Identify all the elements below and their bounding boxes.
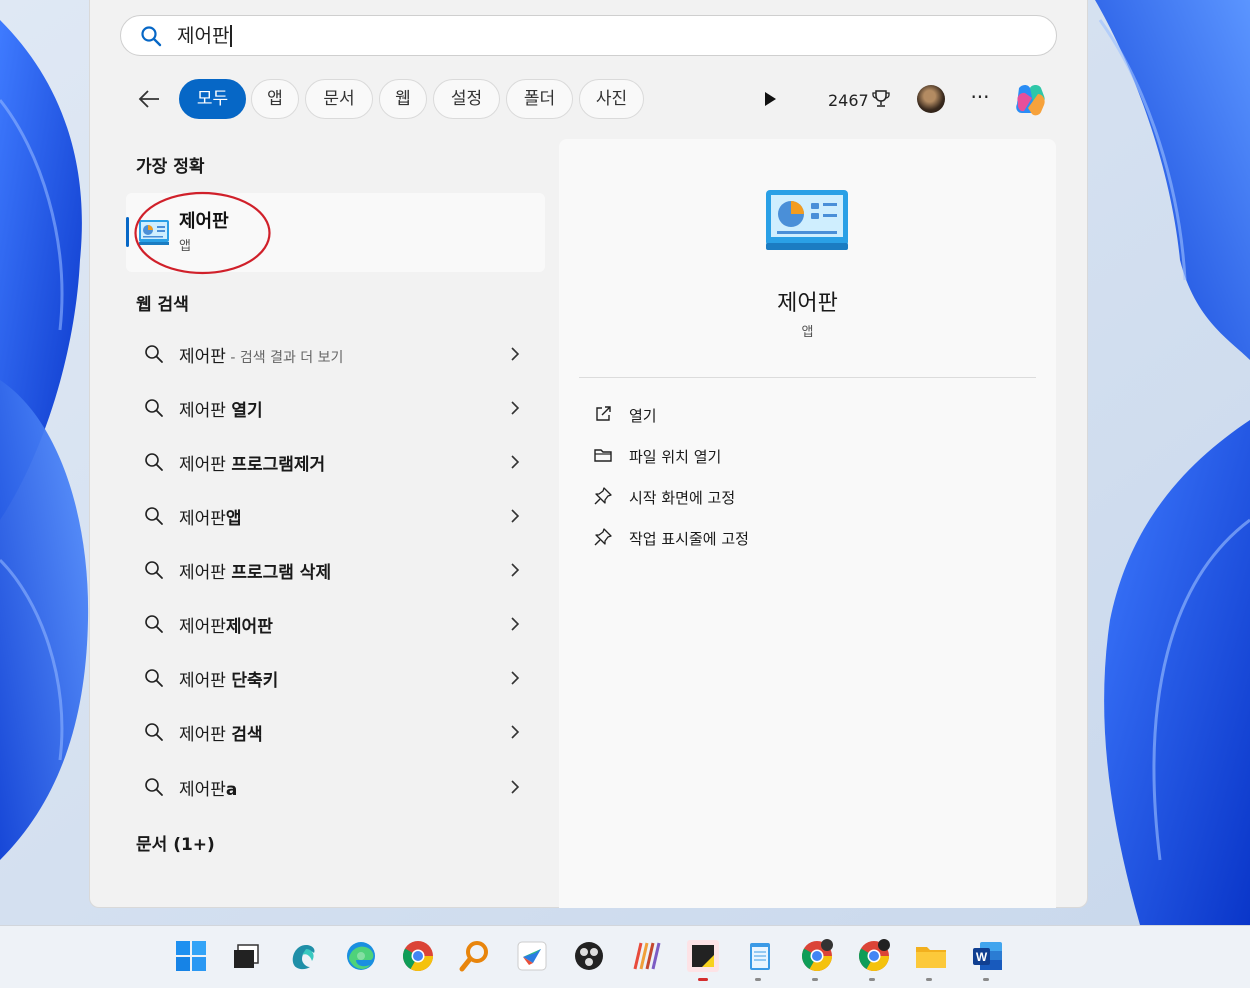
filter-chip-apps[interactable]: 앱	[251, 79, 299, 119]
chrome-profile-icon[interactable]	[857, 939, 891, 973]
preview-pane: 제어판 앱 열기 파일 위치 열기 시작 화면에 고정 작업 표시줄에 고정	[559, 139, 1056, 908]
sticks-app-icon[interactable]	[629, 939, 663, 973]
web-search-result-text: 제어판앱	[179, 509, 242, 529]
chevron-right-icon	[511, 617, 520, 631]
action-label: 시작 화면에 고정	[629, 489, 736, 507]
start-search-panel: 제어판 모두 앱 문서 웹 설정 폴더 사진 2467 ··· 가장 정확 제어…	[89, 0, 1088, 908]
filter-chip-photos[interactable]: 사진	[579, 79, 644, 119]
chrome-profile-icon[interactable]	[800, 939, 834, 973]
filter-chip-settings[interactable]: 설정	[433, 79, 500, 119]
action-label: 파일 위치 열기	[629, 448, 722, 466]
running-app-indicator	[755, 978, 761, 981]
running-app-indicator	[983, 978, 989, 981]
documents-heading[interactable]: 문서 (1+)	[136, 830, 215, 855]
filter-chip-all[interactable]: 모두	[179, 79, 246, 119]
open-external-icon	[596, 406, 611, 421]
trophy-icon[interactable]	[871, 88, 891, 108]
pen-app-icon[interactable]	[515, 939, 549, 973]
web-search-result-text: 제어판 단축키	[179, 671, 279, 691]
web-search-result[interactable]: 제어판 프로그램 삭제	[126, 545, 545, 595]
avatar[interactable]	[917, 85, 945, 113]
preview-app-name: 제어판	[777, 291, 838, 316]
web-search-heading: 웹 검색	[136, 295, 189, 315]
search-box[interactable]: 제어판	[120, 15, 1057, 56]
filter-chip-folders[interactable]: 폴더	[506, 79, 573, 119]
web-search-result-text: 제어판 검색	[179, 725, 263, 745]
running-app-indicator	[926, 978, 932, 981]
running-app-indicator	[812, 978, 818, 981]
action-open-file-location[interactable]: 파일 위치 열기	[589, 440, 889, 470]
filter-chip-web[interactable]: 웹	[379, 79, 427, 119]
copilot-icon[interactable]	[1010, 80, 1050, 120]
word-icon[interactable]: W	[971, 939, 1005, 973]
control-panel-large-icon	[766, 190, 848, 250]
search-icon	[145, 561, 163, 579]
action-label: 열기	[629, 407, 657, 425]
search-icon	[145, 345, 163, 363]
selection-accent	[126, 217, 129, 247]
copilot-app-icon[interactable]	[286, 939, 320, 973]
sticky-notes-icon[interactable]	[686, 939, 720, 973]
filter-chip-documents[interactable]: 문서	[305, 79, 373, 119]
chevron-right-icon	[511, 455, 520, 469]
back-arrow-icon[interactable]	[136, 86, 162, 112]
web-search-result[interactable]: 제어판 프로그램제거	[126, 437, 545, 487]
divider	[579, 377, 1036, 378]
search-icon	[145, 399, 163, 417]
web-search-result[interactable]: 제어판 단축키	[126, 653, 545, 703]
chevron-right-icon	[511, 563, 520, 577]
action-pin-to-taskbar[interactable]: 작업 표시줄에 고정	[589, 522, 889, 552]
rewards-points: 2467	[828, 91, 869, 110]
best-match-heading: 가장 정확	[136, 157, 205, 177]
pin-icon	[594, 487, 612, 505]
chrome-icon[interactable]	[401, 939, 435, 973]
web-search-result-text: 제어판제어판	[179, 617, 273, 637]
preview-app-type: 앱	[801, 325, 814, 340]
red-highlight-circle-annotation	[134, 191, 271, 275]
play-more-filters-icon[interactable]	[760, 89, 780, 109]
obs-icon[interactable]	[572, 939, 606, 973]
search-icon	[145, 507, 163, 525]
action-pin-to-start[interactable]: 시작 화면에 고정	[589, 481, 889, 511]
web-search-result-text: 제어판 프로그램 삭제	[179, 563, 332, 583]
windows-start-icon[interactable]	[174, 939, 208, 973]
folder-icon	[594, 449, 612, 462]
web-search-result[interactable]: 제어판 열기	[126, 383, 545, 433]
search-icon	[145, 778, 163, 796]
action-open[interactable]: 열기	[589, 399, 889, 429]
task-view-icon[interactable]	[229, 939, 263, 973]
search-icon	[145, 453, 163, 471]
web-search-result[interactable]: 제어판 검색	[126, 707, 545, 757]
search-icon	[141, 26, 162, 47]
chevron-right-icon	[511, 509, 520, 523]
web-search-result[interactable]: 제어판앱	[126, 491, 545, 541]
more-options-icon[interactable]: ···	[968, 87, 992, 110]
pin-icon	[594, 528, 612, 546]
edge-icon[interactable]	[344, 939, 378, 973]
file-explorer-icon[interactable]	[914, 939, 948, 973]
chevron-right-icon	[511, 725, 520, 739]
search-icon	[145, 615, 163, 633]
web-search-result-text: 제어판a	[179, 780, 238, 800]
web-search-result[interactable]: 제어판제어판	[126, 599, 545, 649]
search-input-text[interactable]: 제어판	[177, 25, 233, 47]
web-search-result[interactable]: 제어판a	[126, 762, 545, 812]
chevron-right-icon	[511, 401, 520, 415]
action-label: 작업 표시줄에 고정	[629, 530, 749, 548]
chevron-right-icon	[511, 347, 520, 361]
web-search-result-text: 제어판 열기	[179, 401, 263, 421]
running-app-indicator	[869, 978, 875, 981]
notepad-icon[interactable]	[743, 939, 777, 973]
web-search-result[interactable]: 제어판 - 검색 결과 더 보기	[126, 329, 545, 379]
magnifier-search-icon[interactable]	[458, 939, 492, 973]
web-search-result-text: 제어판 프로그램제거	[179, 455, 326, 475]
chevron-right-icon	[511, 671, 520, 685]
active-app-indicator	[698, 978, 708, 981]
chevron-right-icon	[511, 780, 520, 794]
search-icon	[145, 669, 163, 687]
web-search-result-text: 제어판 - 검색 결과 더 보기	[179, 347, 344, 367]
search-icon	[145, 723, 163, 741]
svg-text:W: W	[976, 950, 988, 964]
taskbar: W	[0, 925, 1250, 988]
